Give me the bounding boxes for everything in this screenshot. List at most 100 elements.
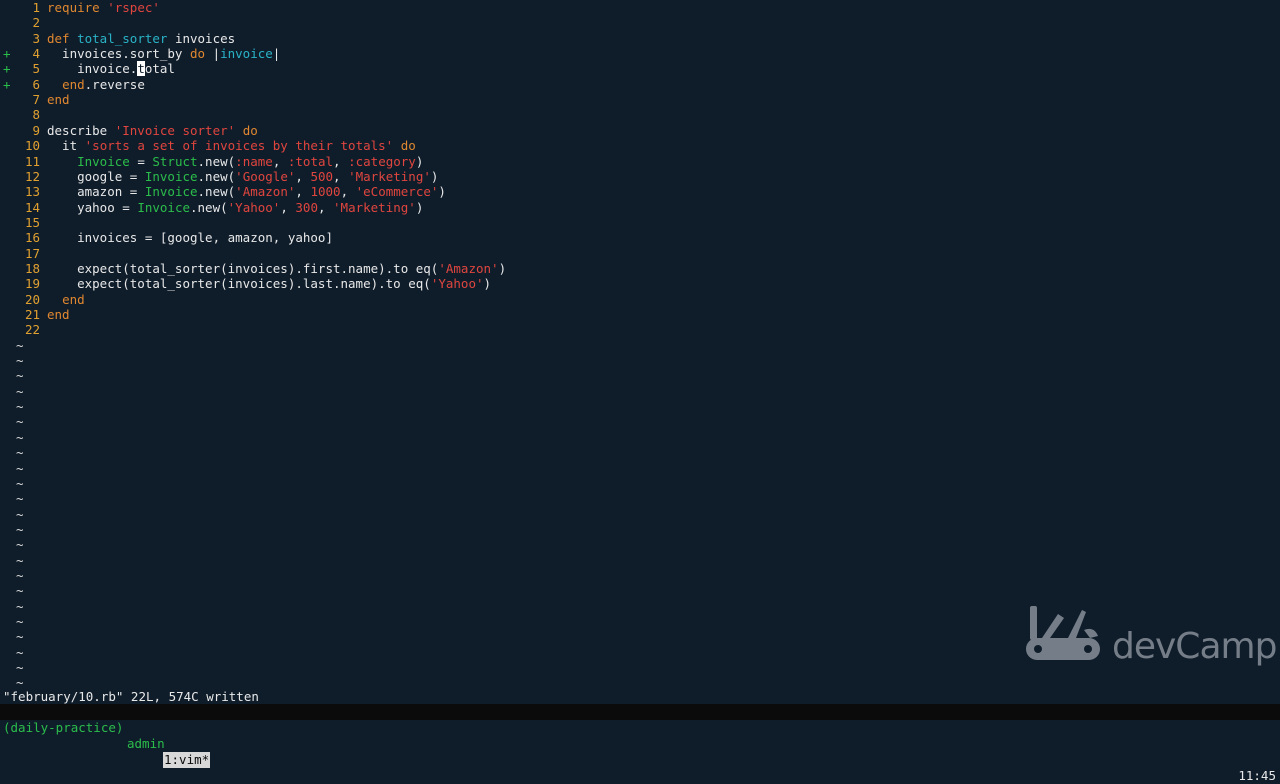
tmux-session-name: (daily-practice) xyxy=(3,720,124,735)
line-number: 10 xyxy=(24,138,40,154)
code-text: invoice.total xyxy=(47,61,175,77)
tilde-marker: ~ xyxy=(16,506,24,522)
code-token: do xyxy=(400,138,416,154)
line-number: 20 xyxy=(24,291,40,307)
tilde-marker: ~ xyxy=(16,552,24,568)
code-token: , xyxy=(295,184,311,200)
text-cursor: t xyxy=(137,61,145,77)
code-token: 300 xyxy=(295,199,318,215)
code-token: invoices.sort_by xyxy=(47,46,190,62)
code-token: end xyxy=(62,76,85,92)
code-token: 'sorts a set of invoices by their totals… xyxy=(84,138,394,154)
code-text: invoices.sort_by do |invoice| xyxy=(47,46,280,61)
code-token: :name xyxy=(235,153,273,169)
code-text: end xyxy=(47,307,70,322)
code-token: end xyxy=(47,92,70,108)
code-token: end xyxy=(47,307,70,322)
tilde-marker: ~ xyxy=(16,429,24,445)
tilde-marker: ~ xyxy=(16,491,24,507)
code-token: , xyxy=(333,168,349,184)
line-number: 16 xyxy=(24,230,40,246)
line-number: 3 xyxy=(32,30,40,46)
code-token: describe xyxy=(47,122,115,138)
code-token: .new( xyxy=(197,184,236,200)
line-number: 18 xyxy=(24,260,40,276)
code-token: def xyxy=(47,30,78,46)
line-number: 7 xyxy=(32,92,40,108)
code-token: ) xyxy=(438,184,446,200)
code-token: 'rspec' xyxy=(107,0,160,15)
code-token: 'Marketing' xyxy=(333,199,416,215)
tilde-marker: ~ xyxy=(16,660,24,676)
code-token: 'Yahoo' xyxy=(227,199,281,215)
code-token: .new( xyxy=(190,199,228,215)
line-number: 14 xyxy=(24,199,40,215)
code-token: Invoice xyxy=(144,168,198,184)
code-text: expect(total_sorter(invoices).first.name… xyxy=(47,261,506,276)
tilde-marker: ~ xyxy=(16,353,24,369)
code-text: it 'sorts a set of invoices by their tot… xyxy=(47,138,416,153)
code-token: .new( xyxy=(197,168,236,184)
line-number: 11 xyxy=(24,153,40,169)
line-number: 22 xyxy=(24,322,40,338)
vim-message-line: "february/10.rb" 22L, 574C written xyxy=(3,689,259,704)
tmux-host-name: admin xyxy=(127,736,165,751)
tilde-marker: ~ xyxy=(16,399,24,415)
code-token: amazon = xyxy=(47,184,145,200)
line-number: 5 xyxy=(32,61,40,77)
line-number: 19 xyxy=(24,276,40,292)
tilde-marker: ~ xyxy=(16,445,24,461)
code-token: , xyxy=(280,199,296,215)
code-text: amazon = Invoice.new('Amazon', 1000, 'eC… xyxy=(47,184,446,199)
code-token: total_sorter xyxy=(77,30,168,46)
git-added-sign: + xyxy=(3,76,11,92)
code-token: Invoice xyxy=(144,184,198,200)
line-number: 21 xyxy=(24,307,40,322)
tmux-window-tab[interactable]: 1:vim* xyxy=(163,752,211,768)
code-token: ) xyxy=(483,276,492,292)
git-added-sign: + xyxy=(3,46,11,62)
line-number: 2 xyxy=(32,15,40,31)
line-number: 6 xyxy=(32,76,40,92)
code-token: Invoice xyxy=(137,199,190,215)
tilde-marker: ~ xyxy=(16,460,24,476)
code-token: , xyxy=(317,199,334,215)
line-number: 13 xyxy=(24,184,40,200)
code-text: google = Invoice.new('Google', 500, 'Mar… xyxy=(47,169,438,184)
line-number: 4 xyxy=(32,46,40,62)
code-token: 'Google' xyxy=(235,168,296,184)
vim-editor[interactable]: 1 require 'rspec' 2 3 def total_sorter invoi… xyxy=(0,0,1280,690)
code-token: google = xyxy=(47,168,145,184)
tmux-clock: 11:45 xyxy=(1238,768,1276,783)
tilde-marker: ~ xyxy=(16,337,24,353)
line-number: 17 xyxy=(24,245,40,261)
tilde-marker: ~ xyxy=(16,521,24,537)
code-token: :category xyxy=(348,153,416,169)
tilde-marker: ~ xyxy=(16,368,24,384)
code-token: do xyxy=(190,46,213,62)
code-token: yahoo = xyxy=(47,199,138,215)
code-token: ) xyxy=(498,260,507,276)
line-number: 12 xyxy=(24,168,40,184)
git-added-sign: + xyxy=(3,61,11,77)
code-token: 500 xyxy=(310,168,334,184)
code-token: it xyxy=(47,138,85,154)
code-token: 'eCommerce' xyxy=(355,184,439,200)
code-text: require 'rspec' xyxy=(47,0,160,15)
code-token: .new( xyxy=(197,153,236,169)
code-token: Invoice xyxy=(77,153,130,169)
tilde-marker: ~ xyxy=(16,567,24,583)
code-token: , xyxy=(333,153,349,169)
code-token: invoice xyxy=(220,46,273,62)
code-token: | xyxy=(212,46,221,62)
code-token: , xyxy=(340,184,356,200)
code-text: def total_sorter invoices xyxy=(47,31,235,46)
code-token: invoices xyxy=(167,30,236,46)
code-token: invoice. xyxy=(47,61,138,77)
code-token: otal xyxy=(144,61,175,77)
code-token: invoices = [google, amazon, yahoo] xyxy=(47,230,333,246)
code-token: ) xyxy=(430,168,439,184)
code-text: end.reverse xyxy=(47,77,145,92)
